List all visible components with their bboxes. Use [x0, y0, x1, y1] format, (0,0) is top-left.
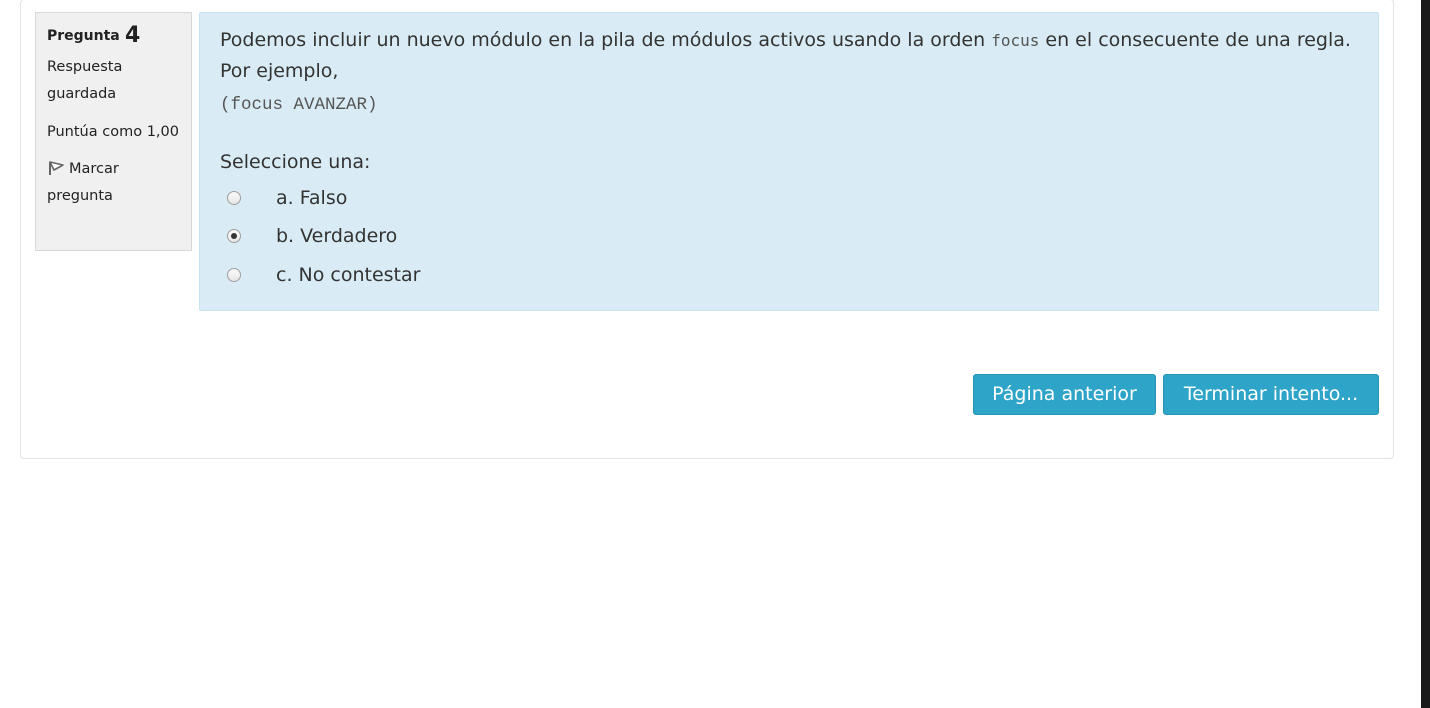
answer-option-c-radio[interactable] [227, 268, 241, 282]
answer-option-b-radio[interactable] [227, 229, 241, 243]
flag-question-toggle[interactable]: Marcar pregunta [47, 156, 180, 210]
question-text-before: Podemos incluir un nuevo módulo en la pi… [220, 29, 992, 51]
question-label: Pregunta [47, 28, 120, 44]
answer-option-b-label[interactable]: b. Verdadero [276, 225, 397, 247]
answer-option-a[interactable]: a. Falso [227, 183, 347, 213]
answer-option-a-radio[interactable] [227, 191, 241, 205]
answer-option-c[interactable]: c. No contestar [227, 260, 420, 290]
answer-option-b[interactable]: b. Verdadero [227, 221, 397, 251]
question-state: Respuesta guardada [47, 59, 123, 102]
question-inline-code: focus [991, 31, 1040, 50]
window-edge [1421, 0, 1430, 708]
previous-page-button[interactable]: Página anterior [973, 374, 1156, 415]
question-text: Podemos incluir un nuevo módulo en la pi… [220, 25, 1360, 87]
question-grade: Puntúa como 1,00 [47, 124, 179, 140]
question-content: Podemos incluir un nuevo módulo en la pi… [199, 12, 1379, 311]
answer-option-c-label[interactable]: c. No contestar [276, 264, 420, 286]
answer-option-a-label[interactable]: a. Falso [276, 187, 347, 209]
flag-icon [47, 159, 65, 175]
question-number: 4 [125, 23, 141, 48]
question-number-heading: Pregunta 4 [47, 23, 180, 50]
question-info-panel: Pregunta 4 Respuesta guardada Puntúa com… [35, 12, 192, 251]
finish-attempt-button[interactable]: Terminar intento... [1163, 374, 1379, 415]
answer-prompt: Seleccione una: [220, 151, 371, 173]
code-example: (focus AVANZAR) [220, 95, 378, 115]
